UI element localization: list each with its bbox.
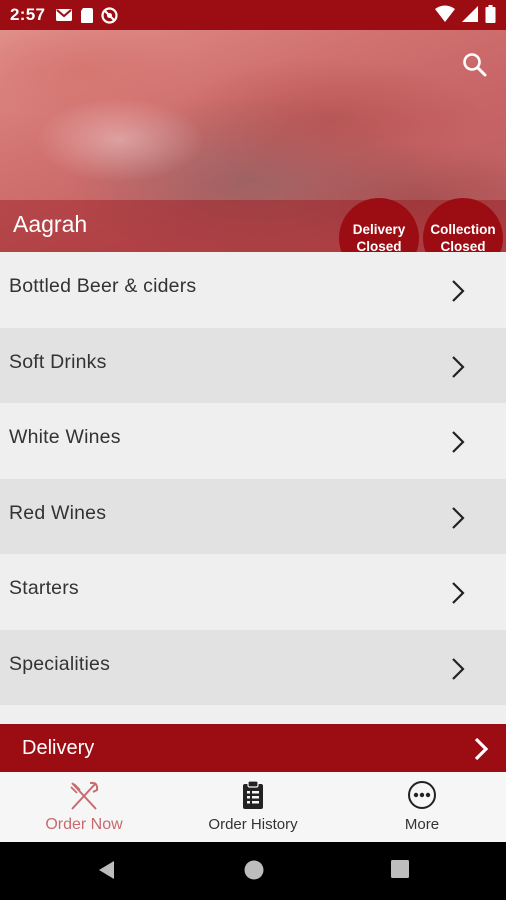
menu-category-item[interactable]: Starters <box>0 554 506 630</box>
tab-more[interactable]: More <box>338 772 506 842</box>
tab-order-now[interactable]: Order Now <box>0 772 168 842</box>
delivery-mode-label: Delivery <box>22 736 95 759</box>
chevron-right-icon <box>452 506 465 529</box>
chevron-right-icon <box>474 737 489 761</box>
system-navigation-bar <box>0 842 506 900</box>
chevron-right-icon <box>452 657 465 680</box>
status-bar: 2:57 <box>0 0 506 30</box>
menu-category-label: Soft Drinks <box>9 350 107 373</box>
menu-category-label: Specialities <box>9 652 111 675</box>
menu-category-item[interactable]: White Wines <box>0 403 506 479</box>
restaurant-header: Aagrah Delivery Closed Collection Closed <box>0 30 506 252</box>
chevron-right-icon <box>452 431 465 453</box>
back-icon[interactable] <box>96 859 116 881</box>
menu-category-item[interactable]: Bottled Beer & ciders <box>0 252 506 328</box>
chevron-right-icon <box>452 280 465 302</box>
menu-category-item[interactable]: Specialities <box>0 629 506 705</box>
menu-category-label: Bottled Beer & ciders <box>9 275 197 298</box>
menu-category-label: White Wines <box>9 426 121 449</box>
chevron-right-icon <box>452 582 465 604</box>
menu-category-label: Starters <box>9 577 79 600</box>
tab-label: Order Now <box>45 816 123 833</box>
search-icon[interactable] <box>462 52 488 78</box>
tab-order-history[interactable]: Order History <box>169 772 337 842</box>
status-time: 2:57 <box>10 5 46 24</box>
wifi-icon <box>435 5 455 22</box>
signal-icon <box>462 6 478 22</box>
recents-icon[interactable] <box>390 859 410 879</box>
fork-knife-icon <box>70 781 99 810</box>
battery-icon <box>485 5 496 23</box>
menu-category-item[interactable]: Red Wines <box>0 478 506 554</box>
clipboard-icon <box>243 780 263 809</box>
menu-category-item[interactable]: Soft Drinks <box>0 327 506 403</box>
sim-card-icon <box>81 7 94 23</box>
chevron-right-icon <box>452 355 465 378</box>
more-icon <box>408 781 436 809</box>
gmail-icon <box>56 9 73 21</box>
bottom-tab-bar: Order Now Order History More <box>0 772 506 842</box>
tab-label: More <box>404 816 440 833</box>
no-disturb-icon <box>101 6 118 24</box>
menu-category-label: Red Wines <box>9 501 107 524</box>
tab-label: Order History <box>208 816 298 833</box>
home-icon[interactable] <box>243 859 265 881</box>
delivery-mode-bar[interactable]: Delivery <box>0 724 506 772</box>
menu-category-list: Bottled Beer & ciders Soft Drinks White … <box>0 252 506 705</box>
restaurant-name: Aagrah <box>13 211 88 237</box>
